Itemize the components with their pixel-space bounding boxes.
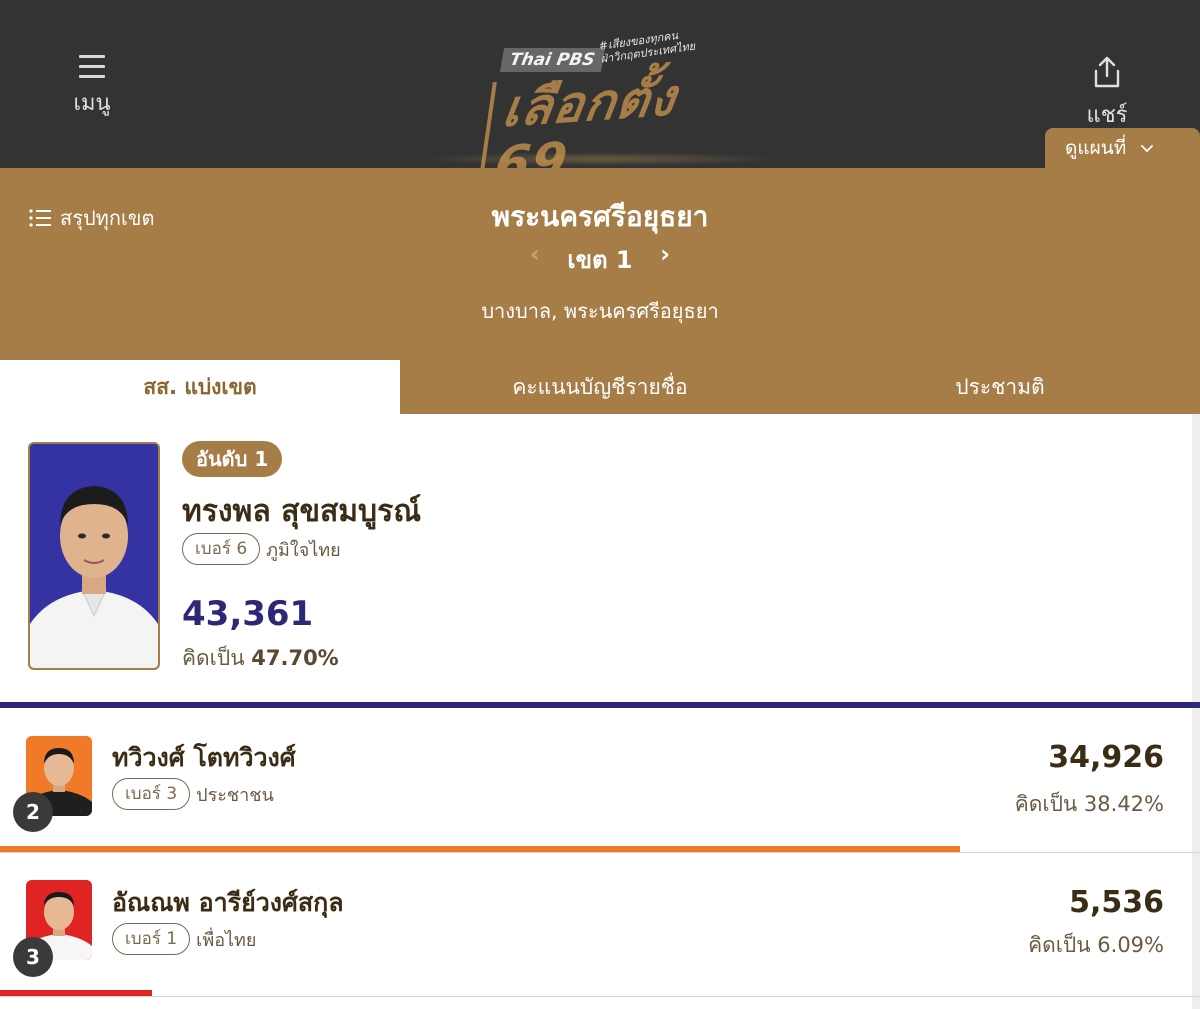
candidate-meta: เบอร์ 3 ประชาชน <box>112 778 274 810</box>
winner-meta: เบอร์ 6 ภูมิใจไทย <box>182 533 341 565</box>
district-subarea: บางบาล, พระนครศรีอยุธยา <box>481 299 719 323</box>
winner-percent-prefix: คิดเป็น <box>182 646 245 670</box>
chevron-down-icon <box>1141 145 1154 153</box>
winner-votes: 43,361 <box>182 594 314 634</box>
candidate-party: เพื่อไทย <box>196 929 257 951</box>
candidate-row[interactable]: 2 ทวิวงศ์ โตทวิวงศ์ เบอร์ 3 ประชาชน 34,9… <box>0 708 1192 852</box>
scrollbar[interactable] <box>1192 414 1200 1009</box>
share-icon <box>1094 56 1120 88</box>
tab-referendum[interactable]: ประชามติ <box>800 360 1200 414</box>
tab-party-list-score[interactable]: คะแนนบัญชีรายชื่อ <box>400 360 800 414</box>
candidate-number-badge: เบอร์ 1 <box>112 923 191 955</box>
list-icon <box>29 209 51 227</box>
view-map-button[interactable]: ดูแผนที่ <box>1045 128 1200 168</box>
district-label: เขต 1 <box>567 246 633 274</box>
menu-label: เมนู <box>73 91 111 116</box>
winner-photo <box>28 442 160 670</box>
chevron-left-icon[interactable]: ‹ <box>530 240 540 268</box>
share-label: แชร์ <box>1086 103 1128 128</box>
tab-constituency-mp[interactable]: สส. แบ่งเขต <box>0 360 400 414</box>
winner-rank-badge: อันดับ 1 <box>182 441 283 477</box>
candidate-name: อัณณพ อารีย์วงศ์สกุล <box>112 888 344 917</box>
menu-button[interactable]: เมนู <box>60 55 124 120</box>
candidate-percent: คิดเป็น 38.42% <box>1014 792 1164 816</box>
candidate-number-badge: เบอร์ 3 <box>112 778 191 810</box>
district-selector: ‹ เขต 1 › <box>500 240 700 279</box>
winner-name: ทรงพล สุขสมบูรณ์ <box>182 494 422 529</box>
candidate-votes: 5,536 <box>1069 885 1164 920</box>
hamburger-icon <box>79 55 105 78</box>
view-map-label: ดูแผนที่ <box>1065 137 1127 159</box>
logo-glow <box>420 152 780 166</box>
candidate-votes: 34,926 <box>1048 740 1164 775</box>
chevron-right-icon[interactable]: › <box>660 240 670 268</box>
winner-party: ภูมิใจไทย <box>266 539 341 561</box>
province-title: พระนครศรีอยุธยา <box>491 200 709 233</box>
winner-percent: คิดเป็น 47.70% <box>182 642 339 675</box>
summary-all-districts-button[interactable]: สรุปทุกเขต <box>28 202 154 234</box>
winner-percent-value: 47.70% <box>251 646 339 670</box>
winner-portrait <box>30 444 158 668</box>
candidate-party: ประชาชน <box>196 784 274 806</box>
share-button[interactable]: แชร์ <box>1075 55 1139 132</box>
winner-number-badge: เบอร์ 6 <box>182 533 261 565</box>
row-divider <box>0 996 1200 997</box>
candidate-row[interactable]: 3 อัณณพ อารีย์วงศ์สกุล เบอร์ 1 เพื่อไทย … <box>0 853 1192 997</box>
candidate-rank-badge: 3 <box>13 937 53 977</box>
election-logo: Thai PBS #เสียงของทุกคน ฝ่าวิกฤตประเทศไท… <box>420 29 780 199</box>
candidate-percent: คิดเป็น 6.09% <box>1028 933 1164 957</box>
candidate-name: ทวิวงศ์ โตทวิวงศ์ <box>112 743 296 772</box>
candidate-meta: เบอร์ 1 เพื่อไทย <box>112 923 256 955</box>
summary-label: สรุปทุกเขต <box>60 206 155 230</box>
candidate-rank-badge: 2 <box>13 792 53 832</box>
logo-brand: Thai PBS <box>499 48 605 72</box>
